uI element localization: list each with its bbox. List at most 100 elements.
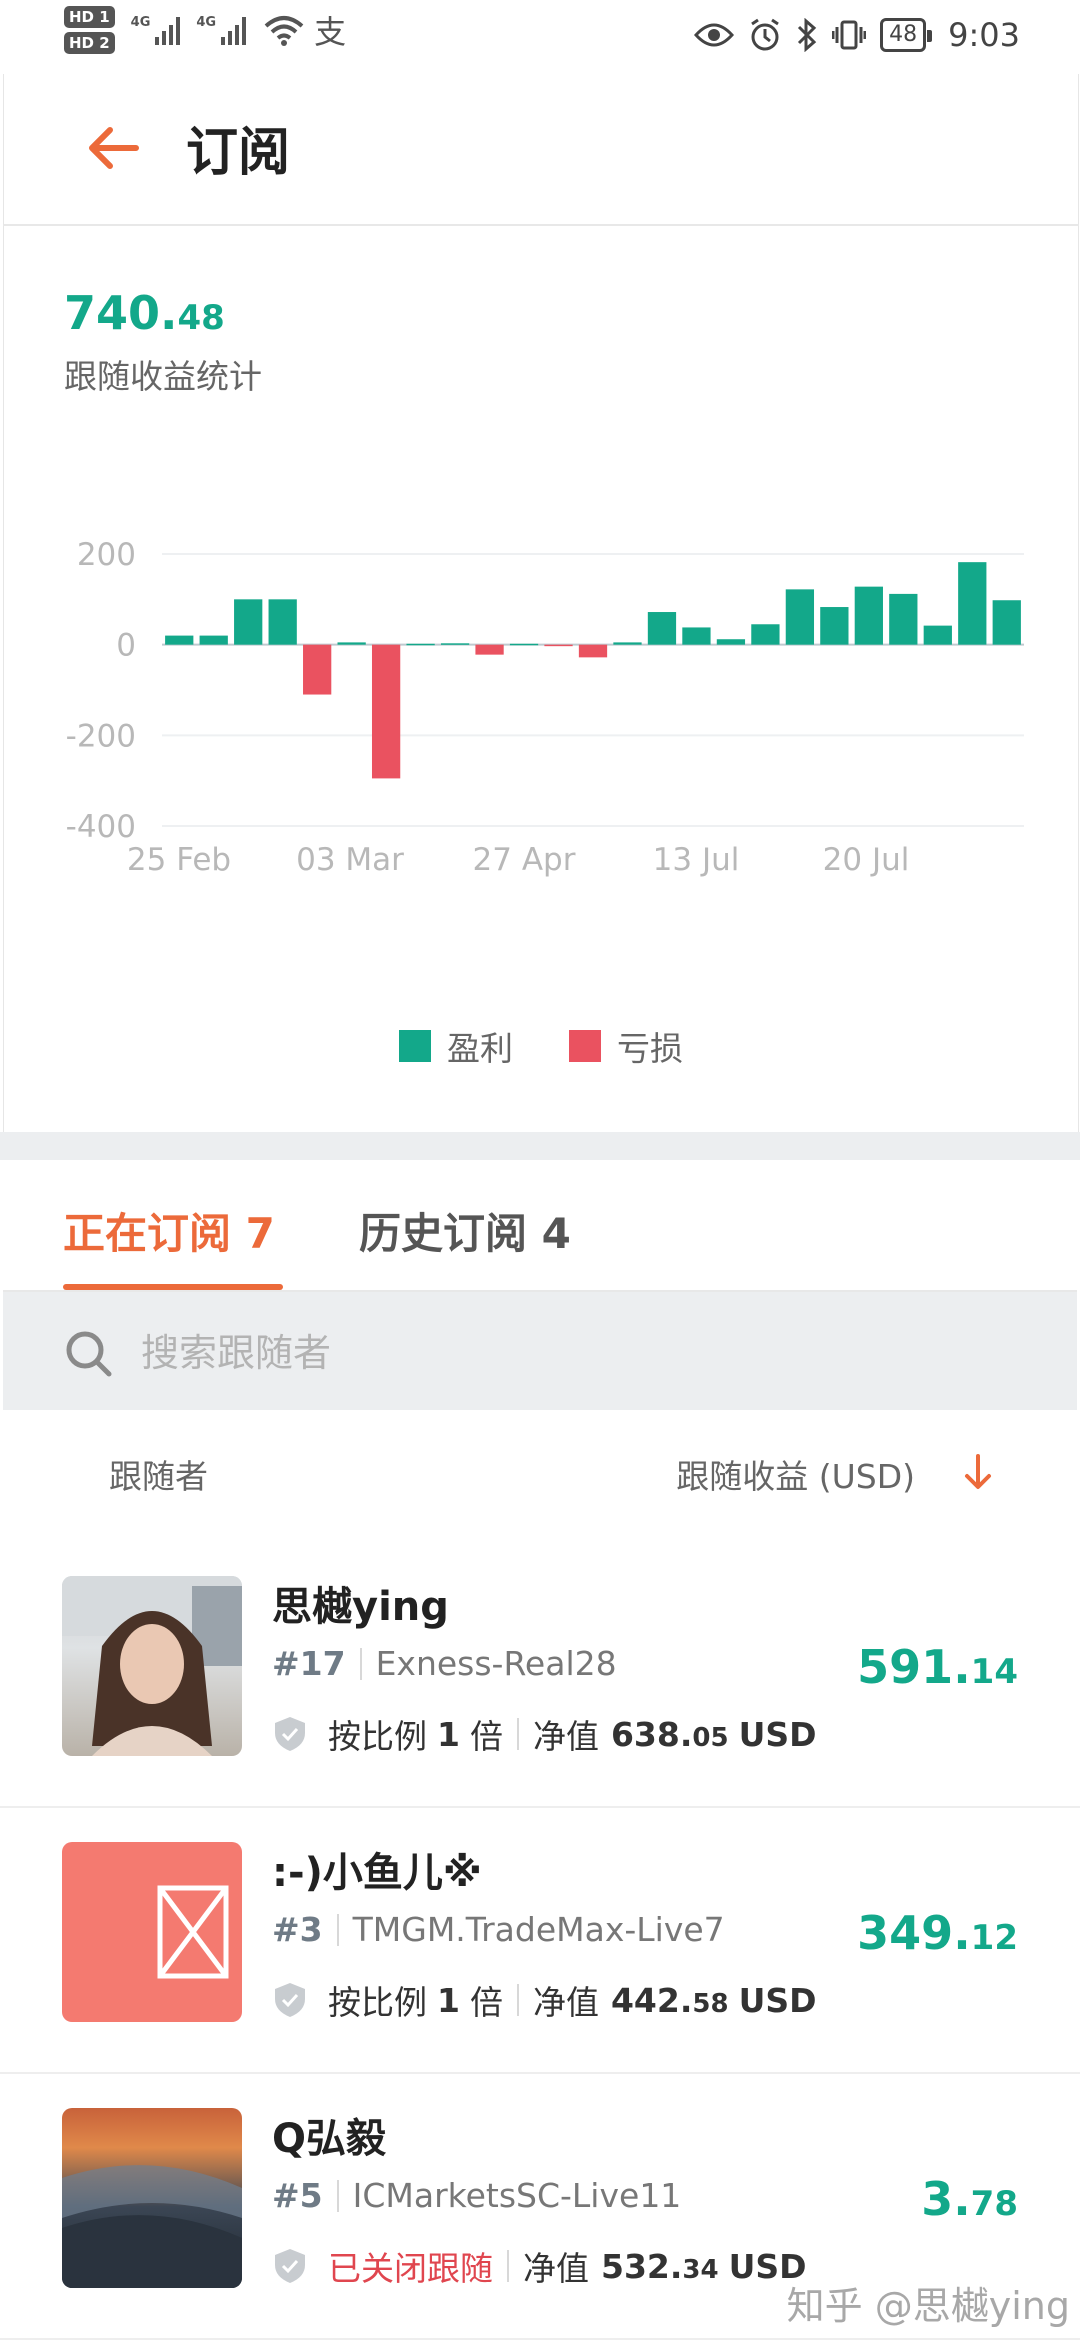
net-value-int: 532. bbox=[601, 2246, 683, 2286]
profit-bar[interactable] bbox=[234, 599, 263, 645]
net-value-int: 442. bbox=[610, 1980, 693, 2020]
divider bbox=[507, 2250, 509, 2282]
x-tick-label: 27 Apr bbox=[473, 842, 576, 878]
copy-mode-label: 按比例 bbox=[328, 1983, 427, 2022]
profit-bar[interactable] bbox=[716, 639, 746, 645]
profit-bar[interactable] bbox=[647, 612, 677, 645]
loss-bar[interactable] bbox=[303, 644, 332, 695]
profit-bar[interactable] bbox=[406, 643, 435, 646]
earnings-int: 349. bbox=[857, 1906, 971, 1960]
profit-bar[interactable] bbox=[820, 607, 849, 645]
net-value-dec: 58 bbox=[692, 1988, 729, 2019]
y-tick-label: 0 bbox=[116, 628, 136, 664]
profit-bar[interactable] bbox=[268, 599, 297, 645]
legend-loss-label: 亏损 bbox=[617, 1029, 683, 1068]
alipay-icon: 支 bbox=[314, 13, 347, 51]
profit-bar[interactable] bbox=[958, 562, 987, 645]
profit-bar[interactable] bbox=[199, 635, 228, 645]
eye-icon bbox=[694, 23, 735, 47]
column-earnings[interactable]: 跟随收益 (USD) bbox=[676, 1450, 915, 1498]
legend-profit[interactable]: 盈利 bbox=[399, 1022, 513, 1070]
net-value: 638.05 bbox=[611, 1715, 729, 1754]
hd2-badge: HD 2 bbox=[64, 32, 115, 54]
clock: 9:03 bbox=[948, 16, 1020, 54]
profit-bar[interactable] bbox=[440, 643, 470, 645]
profit-bar[interactable] bbox=[509, 643, 539, 646]
signal-1-icon: 4G bbox=[131, 15, 181, 45]
arrow-left-icon[interactable] bbox=[84, 118, 144, 178]
signal-2-icon: 4G bbox=[196, 15, 247, 45]
earnings-stats-label: 跟随收益统计 bbox=[64, 357, 262, 396]
profit-bar[interactable] bbox=[165, 635, 194, 645]
loss-bar[interactable] bbox=[544, 644, 573, 647]
broker-server: TMGM.TradeMax-Live7 bbox=[352, 1910, 725, 1949]
avatar-photo bbox=[62, 1576, 242, 1756]
net-value: 442.58 bbox=[611, 1981, 729, 2020]
net-value-dec: 05 bbox=[692, 1722, 729, 1753]
y-tick-label: -400 bbox=[66, 809, 136, 845]
follower-account: #17 Exness-Real28 bbox=[272, 1644, 617, 1683]
follower-name: :-)小鱼儿※ bbox=[272, 1850, 482, 1896]
profit-bar[interactable] bbox=[337, 642, 366, 645]
net-value-label: 净值 bbox=[532, 1717, 599, 1756]
sort-desc-icon[interactable] bbox=[961, 1452, 995, 1492]
profit-bar[interactable] bbox=[992, 600, 1021, 645]
total-earnings-int: 740. bbox=[64, 286, 178, 340]
net-value-int: 638. bbox=[610, 1714, 693, 1754]
profit-bar[interactable] bbox=[889, 593, 918, 645]
tab-history-subscriptions[interactable]: 历史订阅 4 bbox=[359, 1200, 571, 1261]
follow-earnings: 349.12 bbox=[857, 1906, 1018, 1960]
list-item[interactable]: :-)小鱼儿※ #3 TMGM.TradeMax-Live7 按比例 1 倍 净… bbox=[0, 1806, 1080, 2074]
earnings-dec: 14 bbox=[970, 1652, 1018, 1692]
list-item[interactable]: 思樾ying #17 Exness-Real28 按比例 1 倍 净值 638.… bbox=[0, 1540, 1080, 1808]
follower-name: 思樾ying bbox=[272, 1584, 449, 1630]
vibrate-icon bbox=[832, 20, 867, 50]
follow-earnings: 3.78 bbox=[921, 2172, 1018, 2226]
subscription-tabs: 正在订阅 7 历史订阅 4 bbox=[3, 1160, 1077, 1292]
image-placeholder-icon bbox=[157, 1885, 229, 1979]
divider bbox=[336, 1913, 339, 1946]
divider bbox=[359, 1647, 362, 1680]
shield-icon bbox=[275, 2249, 305, 2283]
search-bar[interactable]: 搜索跟随者 bbox=[3, 1292, 1077, 1410]
search-icon bbox=[66, 1331, 112, 1377]
copy-mode-unit: 倍 bbox=[469, 1717, 503, 1756]
profit-bar[interactable] bbox=[854, 586, 883, 645]
earnings-bar-chart: 200 0 -200 -40025 Feb 03 Mar 27 Apr 13 Jul 20 J… bbox=[66, 537, 1024, 878]
battery-icon: 48 bbox=[880, 18, 933, 52]
profit-bar[interactable] bbox=[682, 627, 711, 645]
follow-closed-status: 已关闭跟随 bbox=[328, 2249, 493, 2288]
legend-profit-label: 盈利 bbox=[447, 1029, 513, 1068]
net-value: 532.34 bbox=[601, 2247, 719, 2286]
loss-bar[interactable] bbox=[371, 644, 401, 779]
legend-loss-swatch bbox=[569, 1030, 601, 1062]
loss-bar[interactable] bbox=[475, 644, 504, 655]
profit-bar[interactable] bbox=[923, 625, 952, 645]
tab-current-subscriptions[interactable]: 正在订阅 7 bbox=[63, 1200, 275, 1261]
follow-details: 按比例 1 倍 净值 442.58 USD bbox=[272, 1976, 817, 2024]
column-follower: 跟随者 bbox=[109, 1457, 208, 1496]
earnings-int: 3. bbox=[921, 2172, 971, 2226]
copy-mode-label: 按比例 bbox=[328, 1717, 427, 1756]
broker-server: Exness-Real28 bbox=[375, 1644, 617, 1683]
follow-details: 按比例 1 倍 净值 638.05 USD bbox=[272, 1710, 817, 1758]
broker-server: ICMarketsSC-Live11 bbox=[352, 2176, 682, 2215]
list-header: 跟随者 跟随收益 (USD) bbox=[3, 1412, 1077, 1540]
search-input[interactable]: 搜索跟随者 bbox=[141, 1322, 331, 1377]
loss-bar[interactable] bbox=[578, 644, 608, 658]
legend-profit-swatch bbox=[399, 1030, 431, 1062]
earnings-stats-card: 740.48 跟随收益统计 200 0 -200 -400 25 Feb 03 Mar 27… bbox=[3, 226, 1079, 1132]
earnings-dec: 78 bbox=[970, 2184, 1018, 2224]
x-tick-label: 25 Feb bbox=[127, 842, 231, 878]
profit-bar[interactable] bbox=[751, 624, 780, 645]
legend-loss[interactable]: 亏损 bbox=[569, 1022, 683, 1070]
follower-account: #3 TMGM.TradeMax-Live7 bbox=[272, 1910, 725, 1949]
avatar-photo bbox=[62, 2165, 242, 2288]
follow-details: 已关闭跟随 净值 532.34 USD bbox=[272, 2242, 807, 2290]
total-earnings: 740.48 bbox=[64, 286, 225, 340]
copy-multiplier: 1 bbox=[437, 1980, 460, 2020]
section-divider bbox=[0, 1132, 1080, 1160]
profit-bar[interactable] bbox=[785, 589, 815, 645]
copy-mode-unit: 倍 bbox=[469, 1983, 503, 2022]
profit-bar[interactable] bbox=[613, 642, 642, 645]
